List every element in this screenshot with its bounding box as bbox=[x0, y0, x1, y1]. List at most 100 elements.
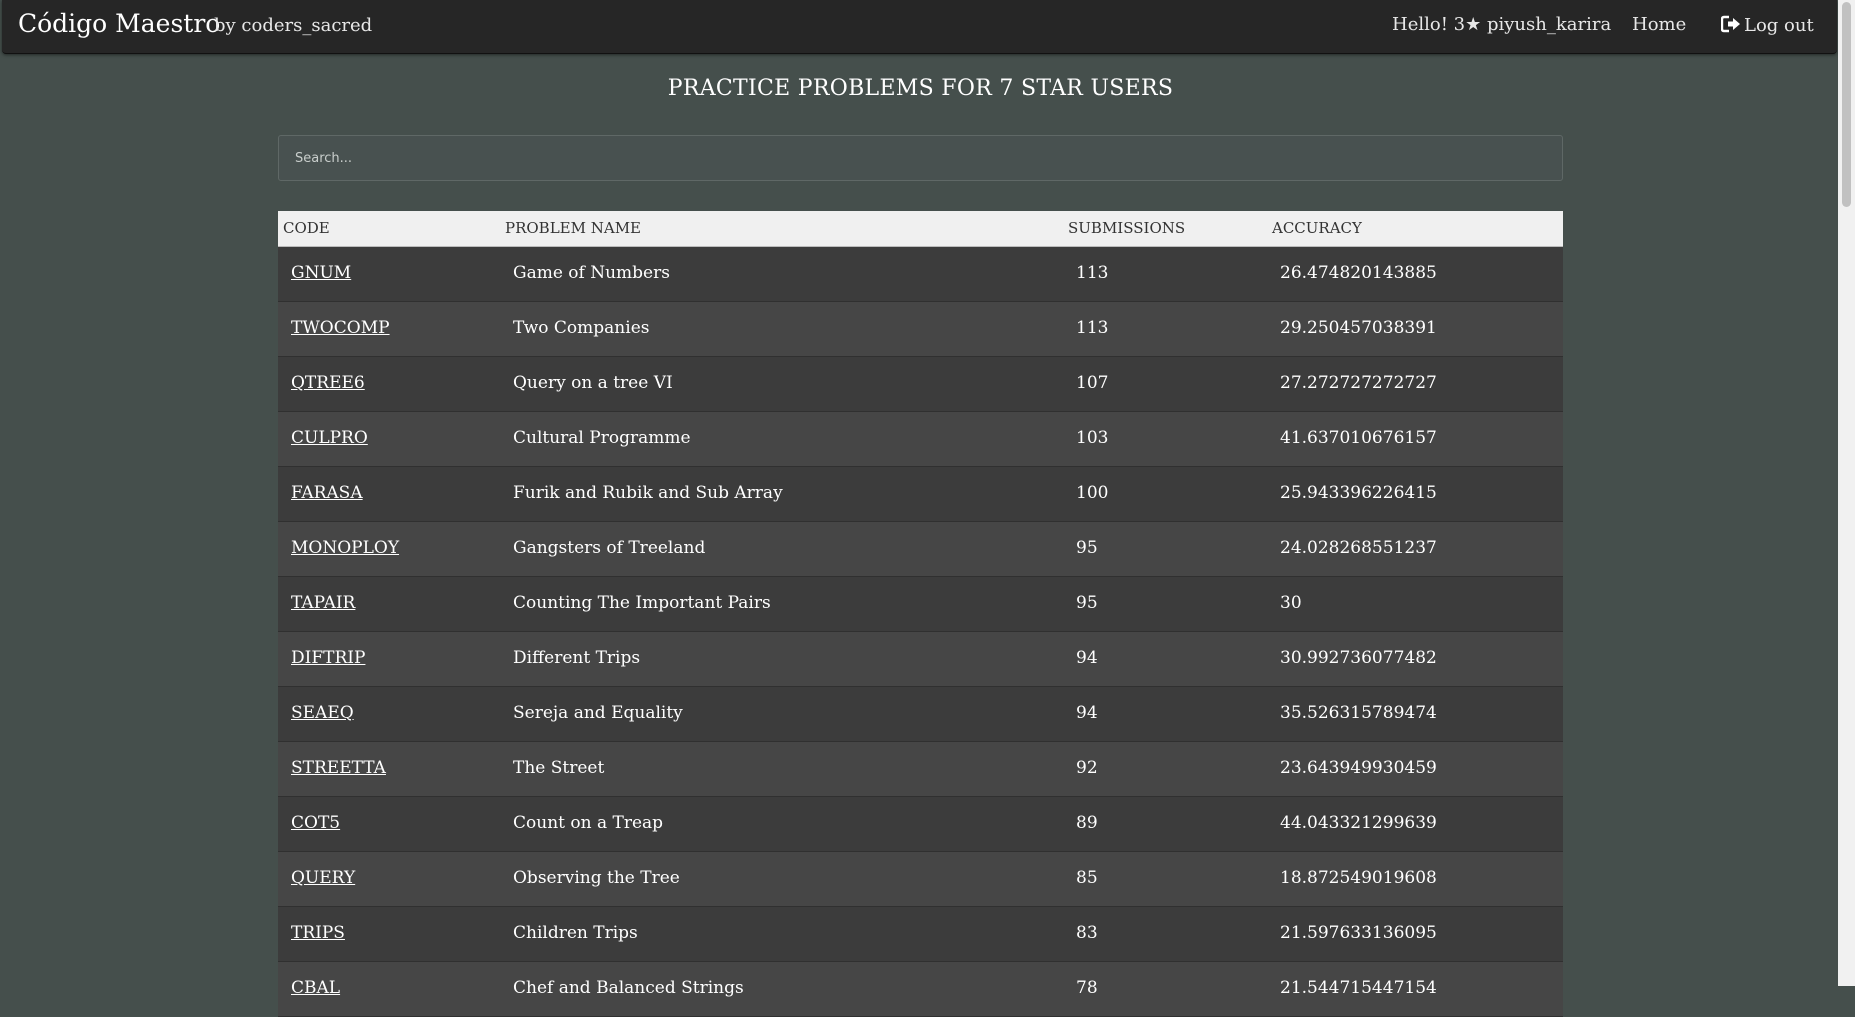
brand-byline: by coders_sacred bbox=[214, 15, 373, 36]
table-row: STREETTA The Street 92 23.643949930459 bbox=[278, 742, 1563, 797]
problem-code-cell: GNUM bbox=[291, 263, 351, 283]
problem-code-cell: DIFTRIP bbox=[291, 648, 365, 668]
table-row: CULPRO Cultural Programme 103 41.6370106761… bbox=[278, 412, 1563, 467]
submissions-cell: 85 bbox=[1076, 868, 1098, 888]
table-row: QTREE6 Query on a tree VI 107 27.2727272727… bbox=[278, 357, 1563, 412]
problem-code-link[interactable]: SEAEQ bbox=[291, 703, 354, 723]
problem-code-cell: QTREE6 bbox=[291, 373, 365, 393]
table-row: COT5 Count on a Treap 89 44.043321299639 bbox=[278, 797, 1563, 852]
accuracy-cell: 24.028268551237 bbox=[1280, 538, 1437, 558]
submissions-cell: 94 bbox=[1076, 648, 1098, 668]
problem-name-cell: The Street bbox=[513, 758, 605, 778]
submissions-cell: 107 bbox=[1076, 373, 1109, 393]
problem-name-cell: Count on a Treap bbox=[513, 813, 664, 833]
page-title: PRACTICE PROBLEMS FOR 7 STAR USERS bbox=[667, 76, 1174, 101]
problem-code-cell: CULPRO bbox=[291, 428, 368, 448]
problem-code-cell: TWOCOMP bbox=[291, 318, 390, 338]
problem-name-cell: Counting The Important Pairs bbox=[513, 593, 771, 613]
problem-name-cell: Two Companies bbox=[513, 318, 650, 338]
problem-code-cell: FARASA bbox=[291, 483, 363, 503]
problem-code-link[interactable]: QTREE6 bbox=[291, 373, 365, 393]
problem-code-cell: STREETTA bbox=[291, 758, 386, 778]
header-problem-name[interactable]: PROBLEM NAME bbox=[505, 219, 641, 237]
submissions-cell: 89 bbox=[1076, 813, 1098, 833]
submissions-cell: 95 bbox=[1076, 593, 1098, 613]
problem-code-link[interactable]: MONOPLOY bbox=[291, 538, 399, 558]
submissions-cell: 83 bbox=[1076, 923, 1098, 943]
table-row: TWOCOMP Two Companies 113 29.250457038391 bbox=[278, 302, 1563, 357]
problem-name-cell: Sereja and Equality bbox=[513, 703, 683, 723]
submissions-cell: 113 bbox=[1076, 318, 1109, 338]
accuracy-cell: 21.544715447154 bbox=[1280, 978, 1437, 998]
problem-code-link[interactable]: CULPRO bbox=[291, 428, 368, 448]
table-row: TAPAIR Counting The Important Pairs 95 30 bbox=[278, 577, 1563, 632]
problem-name-cell: Children Trips bbox=[513, 923, 638, 943]
problem-code-cell: COT5 bbox=[291, 813, 340, 833]
problem-code-link[interactable]: TWOCOMP bbox=[291, 318, 390, 338]
home-link[interactable]: Home bbox=[1632, 14, 1686, 35]
accuracy-cell: 30 bbox=[1280, 593, 1302, 613]
logout-link[interactable]: Log out bbox=[1720, 15, 1814, 36]
problem-code-link[interactable]: STREETTA bbox=[291, 758, 386, 778]
problem-code-link[interactable]: DIFTRIP bbox=[291, 648, 365, 668]
table-row: GNUM Game of Numbers 113 26.474820143885 bbox=[278, 247, 1563, 302]
submissions-cell: 92 bbox=[1076, 758, 1098, 778]
page-scrollbar[interactable] bbox=[1838, 0, 1855, 986]
problem-code-link[interactable]: CBAL bbox=[291, 978, 340, 998]
problem-name-cell: Furik and Rubik and Sub Array bbox=[513, 483, 783, 503]
search-input[interactable] bbox=[278, 135, 1563, 181]
problem-name-cell: Observing the Tree bbox=[513, 868, 680, 888]
logout-label: Log out bbox=[1744, 15, 1814, 36]
table-row: DIFTRIP Different Trips 94 30.992736077482 bbox=[278, 632, 1563, 687]
problem-code-cell: SEAEQ bbox=[291, 703, 354, 723]
problem-name-cell: Chef and Balanced Strings bbox=[513, 978, 744, 998]
problem-code-link[interactable]: QUERY bbox=[291, 868, 355, 888]
logout-icon bbox=[1720, 15, 1740, 33]
problem-name-cell: Cultural Programme bbox=[513, 428, 691, 448]
accuracy-cell: 18.872549019608 bbox=[1280, 868, 1437, 888]
problem-code-link[interactable]: FARASA bbox=[291, 483, 363, 503]
header-accuracy[interactable]: ACCURACY bbox=[1272, 219, 1362, 237]
table-body: GNUM Game of Numbers 113 26.474820143885 TWO… bbox=[278, 247, 1563, 1017]
submissions-cell: 94 bbox=[1076, 703, 1098, 723]
header-code[interactable]: CODE bbox=[283, 219, 330, 237]
accuracy-cell: 30.992736077482 bbox=[1280, 648, 1437, 668]
problem-code-cell: TAPAIR bbox=[291, 593, 355, 613]
problem-code-cell: MONOPLOY bbox=[291, 538, 399, 558]
accuracy-cell: 35.526315789474 bbox=[1280, 703, 1437, 723]
table-row: FARASA Furik and Rubik and Sub Array 100 25… bbox=[278, 467, 1563, 522]
submissions-cell: 113 bbox=[1076, 263, 1109, 283]
table-row: MONOPLOY Gangsters of Treeland 95 24.028268… bbox=[278, 522, 1563, 577]
problem-code-link[interactable]: TRIPS bbox=[291, 923, 345, 943]
accuracy-cell: 26.474820143885 bbox=[1280, 263, 1437, 283]
table-row: TRIPS Children Trips 83 21.597633136095 bbox=[278, 907, 1563, 962]
problem-code-link[interactable]: TAPAIR bbox=[291, 593, 355, 613]
accuracy-cell: 23.643949930459 bbox=[1280, 758, 1437, 778]
submissions-cell: 78 bbox=[1076, 978, 1098, 998]
problem-code-link[interactable]: COT5 bbox=[291, 813, 340, 833]
submissions-cell: 100 bbox=[1076, 483, 1109, 503]
problems-table: CODE PROBLEM NAME SUBMISSIONS ACCURACY G… bbox=[278, 211, 1563, 1017]
accuracy-cell: 25.943396226415 bbox=[1280, 483, 1437, 503]
submissions-cell: 103 bbox=[1076, 428, 1109, 448]
problem-code-link[interactable]: GNUM bbox=[291, 263, 351, 283]
scrollbar-thumb[interactable] bbox=[1842, 2, 1851, 207]
problem-code-cell: CBAL bbox=[291, 978, 340, 998]
accuracy-cell: 44.043321299639 bbox=[1280, 813, 1437, 833]
accuracy-cell: 21.597633136095 bbox=[1280, 923, 1437, 943]
accuracy-cell: 27.272727272727 bbox=[1280, 373, 1437, 393]
table-row: CBAL Chef and Balanced Strings 78 21.544715… bbox=[278, 962, 1563, 1017]
table-row: QUERY Observing the Tree 85 18.872549019608 bbox=[278, 852, 1563, 907]
header-submissions[interactable]: SUBMISSIONS bbox=[1068, 219, 1185, 237]
user-greeting[interactable]: Hello! 3★ piyush_karira bbox=[1392, 14, 1611, 35]
problem-name-cell: Different Trips bbox=[513, 648, 641, 668]
problem-name-cell: Gangsters of Treeland bbox=[513, 538, 706, 558]
problem-code-cell: TRIPS bbox=[291, 923, 345, 943]
table-header: CODE PROBLEM NAME SUBMISSIONS ACCURACY bbox=[278, 211, 1563, 247]
accuracy-cell: 41.637010676157 bbox=[1280, 428, 1437, 448]
table-row: SEAEQ Sereja and Equality 94 35.52631578947… bbox=[278, 687, 1563, 742]
submissions-cell: 95 bbox=[1076, 538, 1098, 558]
problem-code-cell: QUERY bbox=[291, 868, 355, 888]
brand-title[interactable]: Código Maestro bbox=[18, 9, 220, 38]
problem-name-cell: Game of Numbers bbox=[513, 263, 670, 283]
